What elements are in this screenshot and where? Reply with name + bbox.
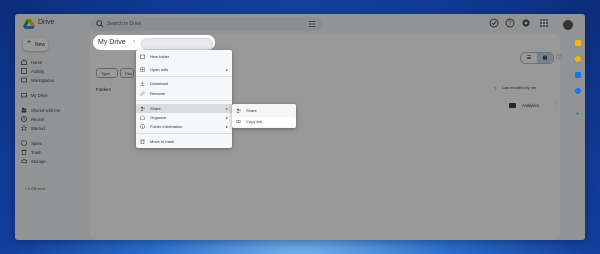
- calendar-icon[interactable]: [575, 40, 581, 46]
- submenu-item-share[interactable]: Share: [232, 106, 296, 115]
- submenu-arrow-icon: ▸: [225, 105, 228, 111]
- page-title[interactable]: My Drive: [98, 39, 126, 46]
- menu-item-open-with[interactable]: Open with ▸: [136, 65, 232, 74]
- person-add-icon: [236, 108, 241, 113]
- menu-item-share[interactable]: Share ▸: [136, 104, 232, 113]
- menu-divider: [136, 100, 232, 101]
- contacts-icon[interactable]: [575, 88, 581, 94]
- context-menu: New folder Open with ▸ Download Rename S…: [136, 50, 232, 148]
- share-icon: [140, 106, 145, 111]
- chevron-right-icon: ›: [133, 39, 135, 45]
- menu-item-folder-information[interactable]: Folder information ▸: [136, 122, 232, 131]
- keep-icon[interactable]: [575, 56, 581, 62]
- menu-item-download[interactable]: Download: [136, 79, 232, 88]
- breadcrumb: My Drive ›: [93, 35, 215, 50]
- share-submenu: Share Copy link: [232, 104, 296, 128]
- submenu-arrow-icon: ▸: [225, 123, 228, 129]
- open-with-icon: [140, 67, 145, 72]
- menu-divider: [136, 133, 232, 134]
- submenu-arrow-icon: ▸: [225, 114, 228, 120]
- link-icon: [236, 120, 241, 123]
- menu-divider: [136, 76, 232, 77]
- trash-icon: [140, 139, 145, 144]
- info-icon: [140, 124, 145, 129]
- menu-item-organize[interactable]: Organize ▸: [136, 113, 232, 122]
- add-addon-icon[interactable]: +: [575, 110, 583, 118]
- menu-item-new-folder[interactable]: New folder: [136, 52, 232, 61]
- download-icon: [140, 81, 145, 86]
- menu-item-rename[interactable]: Rename: [136, 89, 232, 98]
- rename-icon: [140, 91, 145, 96]
- menu-item-move-to-trash[interactable]: Move to trash: [136, 137, 232, 146]
- submenu-arrow-icon: ▸: [225, 66, 228, 72]
- side-panel-rail: +: [573, 40, 583, 130]
- new-folder-icon: [140, 54, 145, 59]
- redacted-folder-name[interactable]: [141, 38, 213, 50]
- tasks-icon[interactable]: [575, 72, 581, 78]
- submenu-item-copy-link[interactable]: Copy link: [232, 117, 296, 126]
- organize-icon: [140, 115, 145, 120]
